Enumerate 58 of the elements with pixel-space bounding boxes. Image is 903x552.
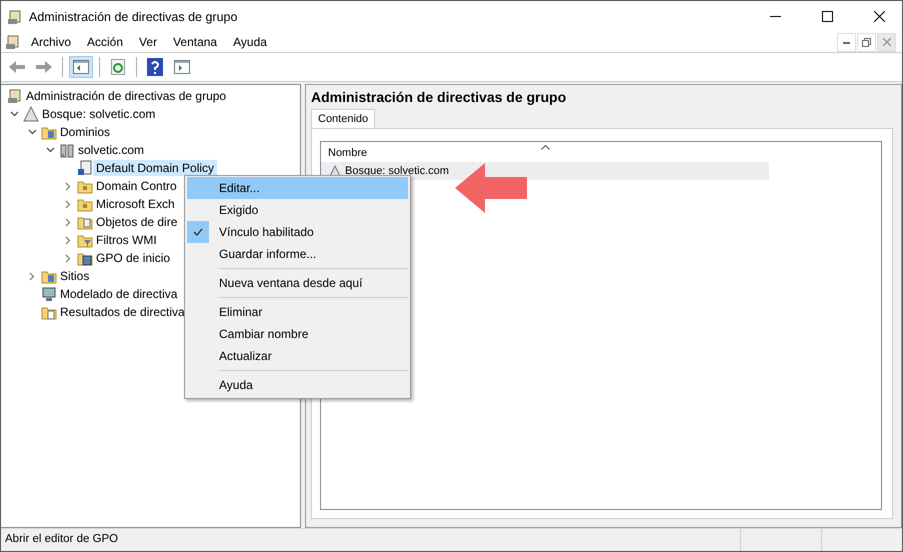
menu-item[interactable]: Actualizar — [219, 349, 272, 363]
tree-item[interactable]: Sitios — [57, 268, 92, 284]
computer-icon — [41, 286, 57, 302]
menu-item[interactable]: Vínculo habilitado — [219, 225, 314, 239]
check-icon — [193, 228, 203, 236]
menu-item[interactable]: Acción — [81, 35, 130, 49]
menu-item[interactable]: Editar... — [219, 181, 260, 195]
tree-item[interactable]: Objetos de dire — [93, 214, 180, 230]
menu-item[interactable]: Cambiar nombre — [219, 327, 308, 341]
tree-item[interactable]: Administración de directivas de grupo — [23, 88, 230, 104]
tree-item[interactable]: Dominios — [57, 124, 114, 140]
close-icon — [882, 38, 890, 46]
tab[interactable]: Contenido — [311, 109, 376, 128]
menu-item[interactable]: Guardar informe... — [219, 247, 316, 261]
scroll-icon — [7, 8, 23, 24]
tree-item[interactable]: Filtros WMI — [93, 232, 160, 248]
pane-heading: Administración de directivas de grupo — [311, 89, 568, 105]
menu-item[interactable]: Ventana — [167, 35, 224, 49]
tree-item[interactable]: Resultados de directiva — [57, 304, 188, 320]
close-icon — [874, 11, 884, 22]
menu-item[interactable]: Ayuda — [227, 35, 273, 49]
pane-toggle-icon[interactable] — [174, 60, 190, 74]
maximize-icon — [822, 11, 832, 22]
menu-item[interactable]: Exigido — [219, 203, 258, 217]
chevron-down-icon[interactable] — [28, 129, 36, 135]
sort-caret-icon — [541, 145, 550, 150]
column-header[interactable]: Nombre — [328, 147, 368, 159]
server-icon — [59, 142, 75, 158]
menu-item[interactable]: Nueva ventana desde aquí — [219, 276, 362, 290]
restore-button[interactable] — [857, 32, 876, 52]
scroll-icon — [5, 34, 21, 50]
tree-item[interactable]: Modelado de directiva — [57, 286, 180, 302]
minimize-icon — [770, 16, 780, 18]
tree-item[interactable]: Bosque: solvetic.com — [39, 106, 158, 122]
scroll-icon — [7, 88, 23, 104]
tree-item[interactable]: Microsoft Exch — [93, 196, 178, 212]
tree-item[interactable]: Domain Contro — [93, 178, 180, 194]
help-icon[interactable] — [147, 58, 163, 76]
tree-item[interactable]: Default Domain Policy — [93, 160, 218, 176]
window-title: Administración de directivas de grupo — [29, 10, 238, 24]
menu-item[interactable]: Eliminar — [219, 305, 262, 319]
menu-item[interactable]: Ver — [133, 35, 164, 49]
minimize-button[interactable] — [837, 32, 856, 52]
menu-item[interactable]: Ayuda — [219, 378, 253, 392]
list-item[interactable]: Bosque: solvetic.com — [345, 165, 449, 177]
minimize-icon — [843, 40, 850, 44]
tree-item[interactable]: GPO de inicio — [93, 250, 174, 266]
triangle-icon — [23, 106, 39, 122]
chevron-right-icon[interactable] — [29, 272, 35, 280]
document-icon — [77, 160, 93, 176]
restore-icon — [862, 38, 871, 46]
menu-item[interactable]: Archivo — [25, 35, 78, 49]
tree-item[interactable]: solvetic.com — [75, 142, 148, 158]
pane-toggle-icon[interactable] — [73, 60, 89, 74]
chevron-down-icon[interactable] — [46, 147, 54, 153]
status-text: Abrir el editor de GPO — [4, 532, 120, 547]
refresh-icon[interactable] — [111, 59, 125, 75]
chevron-down-icon[interactable] — [10, 111, 18, 117]
